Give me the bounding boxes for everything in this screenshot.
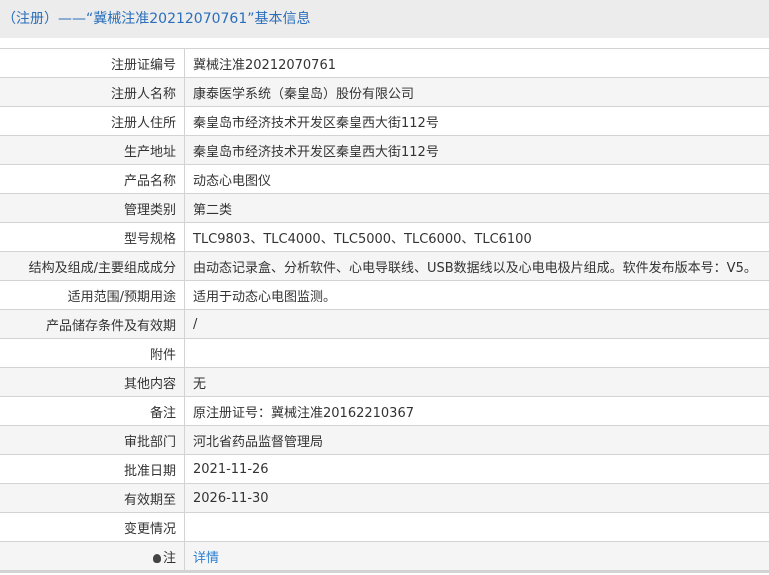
field-value: 河北省药品监督管理局: [184, 425, 769, 455]
note-row: 注 详情: [0, 541, 769, 573]
table-row: 生产地址 秦皇岛市经济技术开发区秦皇西大街112号: [0, 135, 769, 165]
table-row: 产品储存条件及有效期 /: [0, 309, 769, 339]
table-row: 审批部门 河北省药品监督管理局: [0, 425, 769, 455]
field-value: 2026-11-30: [184, 483, 769, 513]
field-label: 变更情况: [0, 512, 185, 542]
field-value: 适用于动态心电图监测。: [184, 280, 769, 310]
table-row: 有效期至 2026-11-30: [0, 483, 769, 513]
table-row: 其他内容无: [0, 367, 769, 397]
table-row: 备注 原注册证号：冀械注准20162210367: [0, 396, 769, 426]
field-label: 产品名称: [0, 164, 185, 194]
field-value: 动态心电图仪: [184, 164, 769, 194]
table-row: 型号规格 TLC9803、TLC4000、TLC5000、TLC6000、TLC6…: [0, 222, 769, 252]
table-row: 管理类别 第二类: [0, 193, 769, 223]
page-title: （注册）——“冀械注准20212070761”基本信息: [0, 0, 769, 38]
table-row: 产品名称 动态心电图仪: [0, 164, 769, 194]
field-label: 注册人名称: [0, 77, 185, 107]
field-value: /: [184, 309, 769, 339]
field-label: 附件: [0, 338, 185, 368]
field-value: [184, 338, 769, 368]
table-row: 结构及组成/主要组成成分 由动态记录盒、分析软件、心电导联线、USB数据线以及心电…: [0, 251, 769, 281]
note-label: 注: [162, 550, 176, 566]
field-label: 型号规格: [0, 222, 185, 252]
field-label: 审批部门: [0, 425, 185, 455]
note-value-cell: 详情: [184, 541, 769, 573]
field-label: 批准日期: [0, 454, 185, 484]
table-row: 变更情况: [0, 512, 769, 542]
field-value: 秦皇岛市经济技术开发区秦皇西大街112号: [184, 135, 769, 165]
field-value: 2021-11-26: [184, 454, 769, 484]
field-label: 结构及组成/主要组成成分: [0, 251, 185, 281]
field-value: 康泰医学系统（秦皇岛）股份有限公司: [184, 77, 769, 107]
field-value: [184, 512, 769, 542]
field-value: 无: [184, 367, 769, 397]
table-row: 注册人名称 康泰医学系统（秦皇岛）股份有限公司: [0, 77, 769, 107]
field-value: 秦皇岛市经济技术开发区秦皇西大街112号: [184, 106, 769, 136]
field-label: 注册证编号: [0, 48, 185, 78]
field-value: 第二类: [184, 193, 769, 223]
field-value: TLC9803、TLC4000、TLC5000、TLC6000、TLC6100: [184, 222, 769, 252]
field-value: 原注册证号：冀械注准20162210367: [184, 396, 769, 426]
field-label: 生产地址: [0, 135, 185, 165]
table-row: 适用范围/预期用途 适用于动态心电图监测。: [0, 280, 769, 310]
table-row: 批准日期 2021-11-26: [0, 454, 769, 484]
field-value: 冀械注准20212070761: [184, 48, 769, 78]
field-value: 由动态记录盒、分析软件、心电导联线、USB数据线以及心电电极片组成。软件发布版本…: [184, 251, 769, 281]
field-label: 备注: [0, 396, 185, 426]
info-table: 注册证编号 冀械注准20212070761 注册人名称 康泰医学系统（秦皇岛）股份有限…: [0, 48, 769, 573]
table-row: 注册证编号 冀械注准20212070761: [0, 48, 769, 78]
field-label: 管理类别: [0, 193, 185, 223]
details-link[interactable]: 详情: [193, 551, 219, 566]
lightbulb-icon: [152, 553, 161, 563]
table-row: 注册人住所 秦皇岛市经济技术开发区秦皇西大街112号: [0, 106, 769, 136]
field-label: 注册人住所: [0, 106, 185, 136]
field-label: 产品储存条件及有效期: [0, 309, 185, 339]
field-label: 其他内容: [0, 367, 185, 397]
note-label-cell: 注: [0, 541, 185, 573]
table-row: 附件: [0, 338, 769, 368]
field-label: 适用范围/预期用途: [0, 280, 185, 310]
field-label: 有效期至: [0, 483, 185, 513]
